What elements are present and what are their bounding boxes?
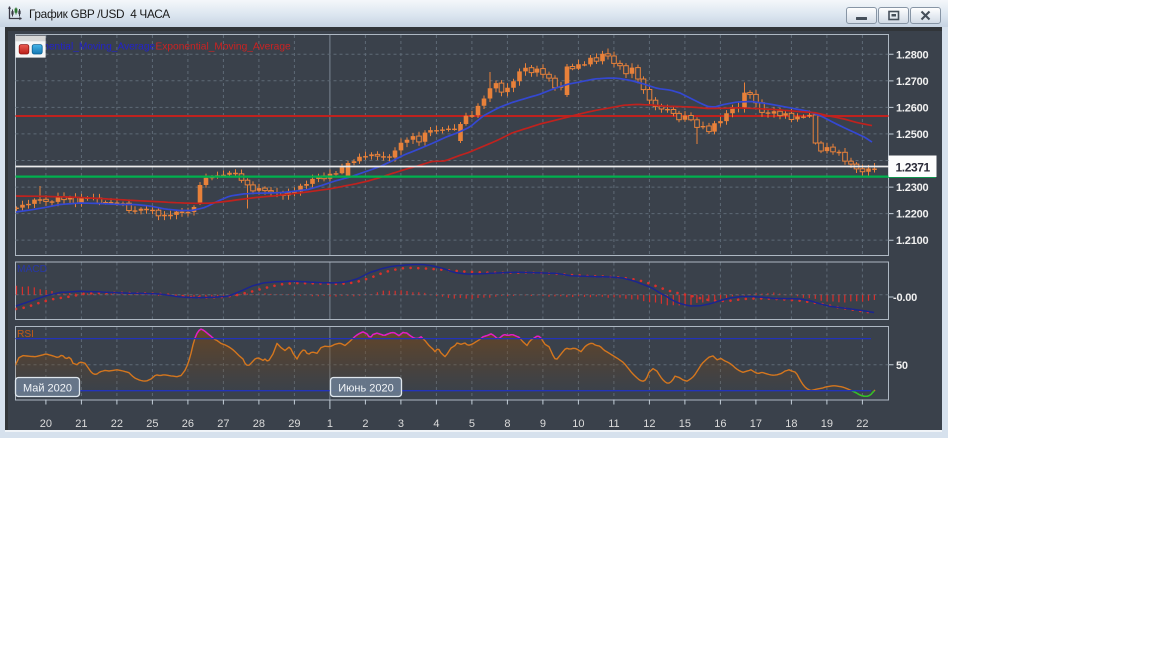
svg-text:16: 16	[714, 418, 726, 430]
svg-text:1.2500: 1.2500	[896, 129, 929, 141]
svg-text:9: 9	[540, 418, 546, 430]
svg-text:18: 18	[785, 418, 797, 430]
svg-text:26: 26	[182, 418, 194, 430]
svg-text:20: 20	[40, 418, 52, 430]
svg-text:MACD: MACD	[17, 264, 47, 275]
svg-text:22: 22	[856, 418, 868, 430]
svg-text:22: 22	[111, 418, 123, 430]
svg-text:15: 15	[679, 418, 691, 430]
svg-text:Май 2020: Май 2020	[23, 383, 72, 395]
svg-text:1.2200: 1.2200	[896, 209, 929, 221]
svg-text:19: 19	[821, 418, 833, 430]
svg-text:12: 12	[643, 418, 655, 430]
svg-text:1: 1	[327, 418, 333, 430]
svg-text:1.2700: 1.2700	[896, 76, 929, 88]
svg-text:Exponential_Moving_Average: Exponential_Moving_Average	[156, 42, 292, 53]
svg-text:27: 27	[217, 418, 229, 430]
svg-text:1.2600: 1.2600	[896, 102, 929, 114]
svg-text:1.2371: 1.2371	[896, 161, 931, 175]
svg-text:29: 29	[288, 418, 300, 430]
svg-text:2: 2	[362, 418, 368, 430]
svg-text:1.2100: 1.2100	[896, 235, 929, 247]
svg-text:RSI: RSI	[17, 329, 34, 340]
svg-text:-0.00: -0.00	[893, 292, 917, 304]
svg-text:10: 10	[572, 418, 584, 430]
svg-text:28: 28	[253, 418, 265, 430]
svg-text:11: 11	[608, 418, 619, 430]
svg-text:3: 3	[398, 418, 404, 430]
svg-text:17: 17	[750, 418, 762, 430]
svg-text:50: 50	[896, 360, 908, 372]
svg-text:25: 25	[146, 418, 158, 430]
svg-text:5: 5	[469, 418, 475, 430]
svg-text:Июнь 2020: Июнь 2020	[338, 383, 394, 395]
svg-text:1.2800: 1.2800	[896, 49, 929, 61]
svg-text:1.2300: 1.2300	[896, 182, 929, 194]
svg-text:4: 4	[433, 418, 439, 430]
svg-text:8: 8	[504, 418, 510, 430]
svg-text:21: 21	[75, 418, 87, 430]
